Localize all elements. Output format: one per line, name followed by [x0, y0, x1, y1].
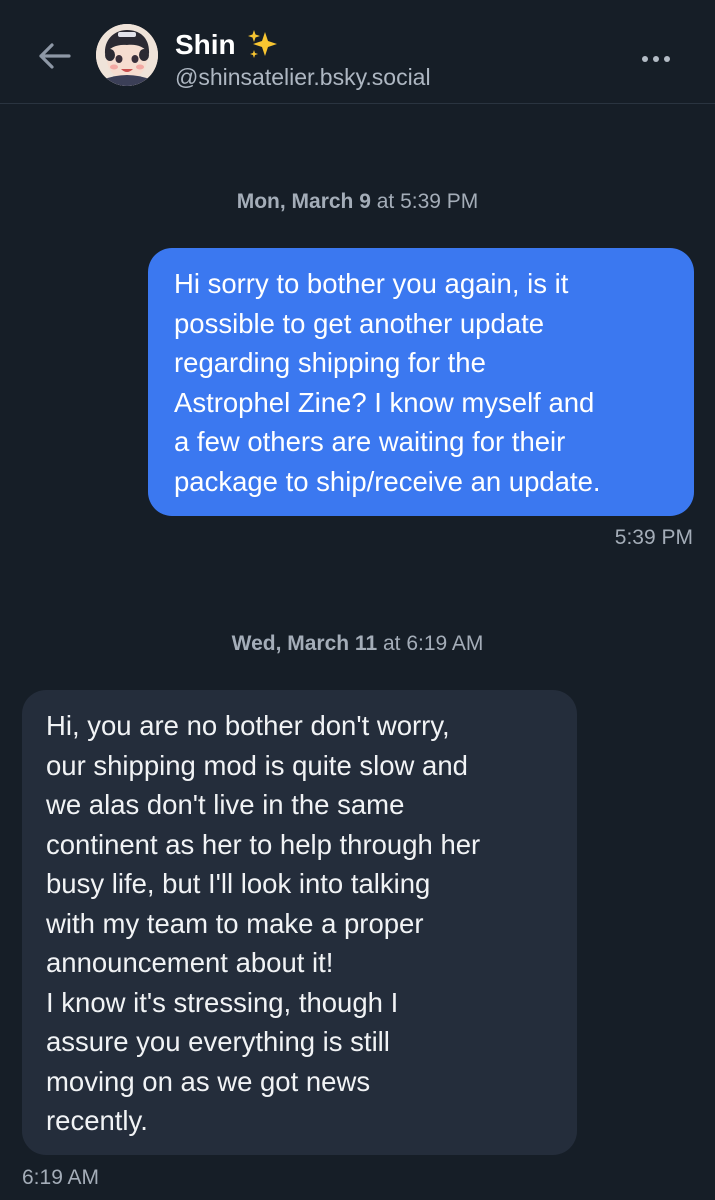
message-line: assure you everything is still [46, 1026, 390, 1057]
message-timestamp: 5:39 PM [614, 526, 693, 549]
received-message-bubble[interactable]: Hi, you are no bother don't worry, our s… [22, 690, 577, 1155]
message-line: I know it's stressing, though I [46, 986, 399, 1018]
date-separator-day: Mon, March 9 [236, 190, 371, 213]
message-line: Hi sorry to bother you again, is it [174, 268, 569, 299]
message-line: regarding shipping for the [174, 347, 486, 378]
contact-name: Shin [175, 29, 236, 60]
message-line: recently. [46, 1105, 148, 1136]
date-separator-time: at 6:19 AM [377, 632, 484, 655]
message-line: a few others are waiting for their [174, 426, 566, 457]
message-line: moving on as we got news [46, 1065, 371, 1097]
message-timestamp: 6:19 AM [22, 1166, 100, 1189]
message-line: Astrophel Zine? I know myself and [174, 386, 595, 418]
conversation-header: Shin @shinsatelier.bsky.social [0, 0, 715, 104]
sparkles-icon [247, 30, 277, 58]
date-separator: Wed, March 11 at 6:19 AM [0, 632, 715, 656]
date-separator-day: Wed, March 11 [231, 632, 378, 655]
message-line: with my team to make a proper [46, 907, 424, 939]
message-line: Hi, you are no bother don't worry, [46, 710, 450, 741]
avatar[interactable] [96, 24, 158, 86]
more-options-button[interactable] [636, 44, 676, 74]
sent-message-bubble[interactable]: Hi sorry to bother you again, is it poss… [148, 248, 694, 516]
ellipsis-icon [642, 56, 670, 62]
message-line: possible to get another update [174, 307, 545, 339]
message-line: our shipping mod is quite slow and [46, 749, 468, 781]
contact-name-row: Shin [175, 28, 280, 62]
back-button[interactable] [34, 38, 74, 74]
message-line: announcement about it! [46, 947, 334, 978]
contact-handle: @shinsatelier.bsky.social [175, 64, 431, 90]
message-line: package to ship/receive an update. [174, 465, 601, 497]
message-line: we alas don't live in the same [46, 789, 405, 820]
date-separator: Mon, March 9 at 5:39 PM [0, 190, 715, 214]
message-line: continent as her to help through her [46, 828, 481, 860]
avatar-image [96, 24, 158, 86]
date-separator-time: at 5:39 PM [370, 190, 479, 213]
message-line: busy life, but I'll look into talking [46, 868, 431, 899]
arrow-left-icon [39, 43, 71, 69]
